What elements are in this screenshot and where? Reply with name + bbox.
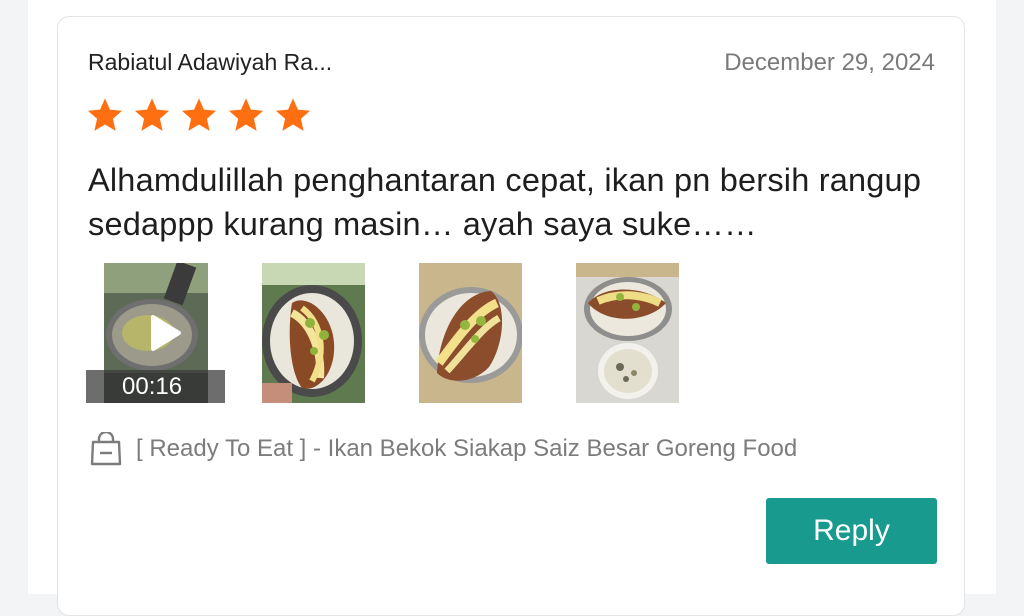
product-name: [ Ready To Eat ] - Ikan Bekok Siakap Sai… (136, 435, 798, 462)
shopping-bag-icon (90, 430, 122, 466)
reviewer-name: Rabiatul Adawiyah Ra... (88, 49, 333, 75)
reply-button[interactable]: Reply (766, 498, 937, 564)
review-photo[interactable] (419, 263, 522, 403)
review-photo[interactable] (262, 263, 365, 403)
video-duration: 00:16 (86, 370, 225, 403)
star-icon (133, 96, 171, 134)
star-icon (180, 96, 218, 134)
star-icon (227, 96, 265, 134)
star-rating (86, 96, 312, 134)
review-photo[interactable] (576, 263, 679, 403)
review-comment: Alhamdulillah penghantaran cepat, ikan p… (88, 162, 922, 242)
product-info[interactable]: [ Ready To Eat ] - Ikan Bekok Siakap Sai… (90, 430, 798, 466)
play-icon (141, 311, 185, 355)
star-icon (274, 96, 312, 134)
star-icon (86, 96, 124, 134)
review-date: December 29, 2024 (724, 49, 935, 76)
